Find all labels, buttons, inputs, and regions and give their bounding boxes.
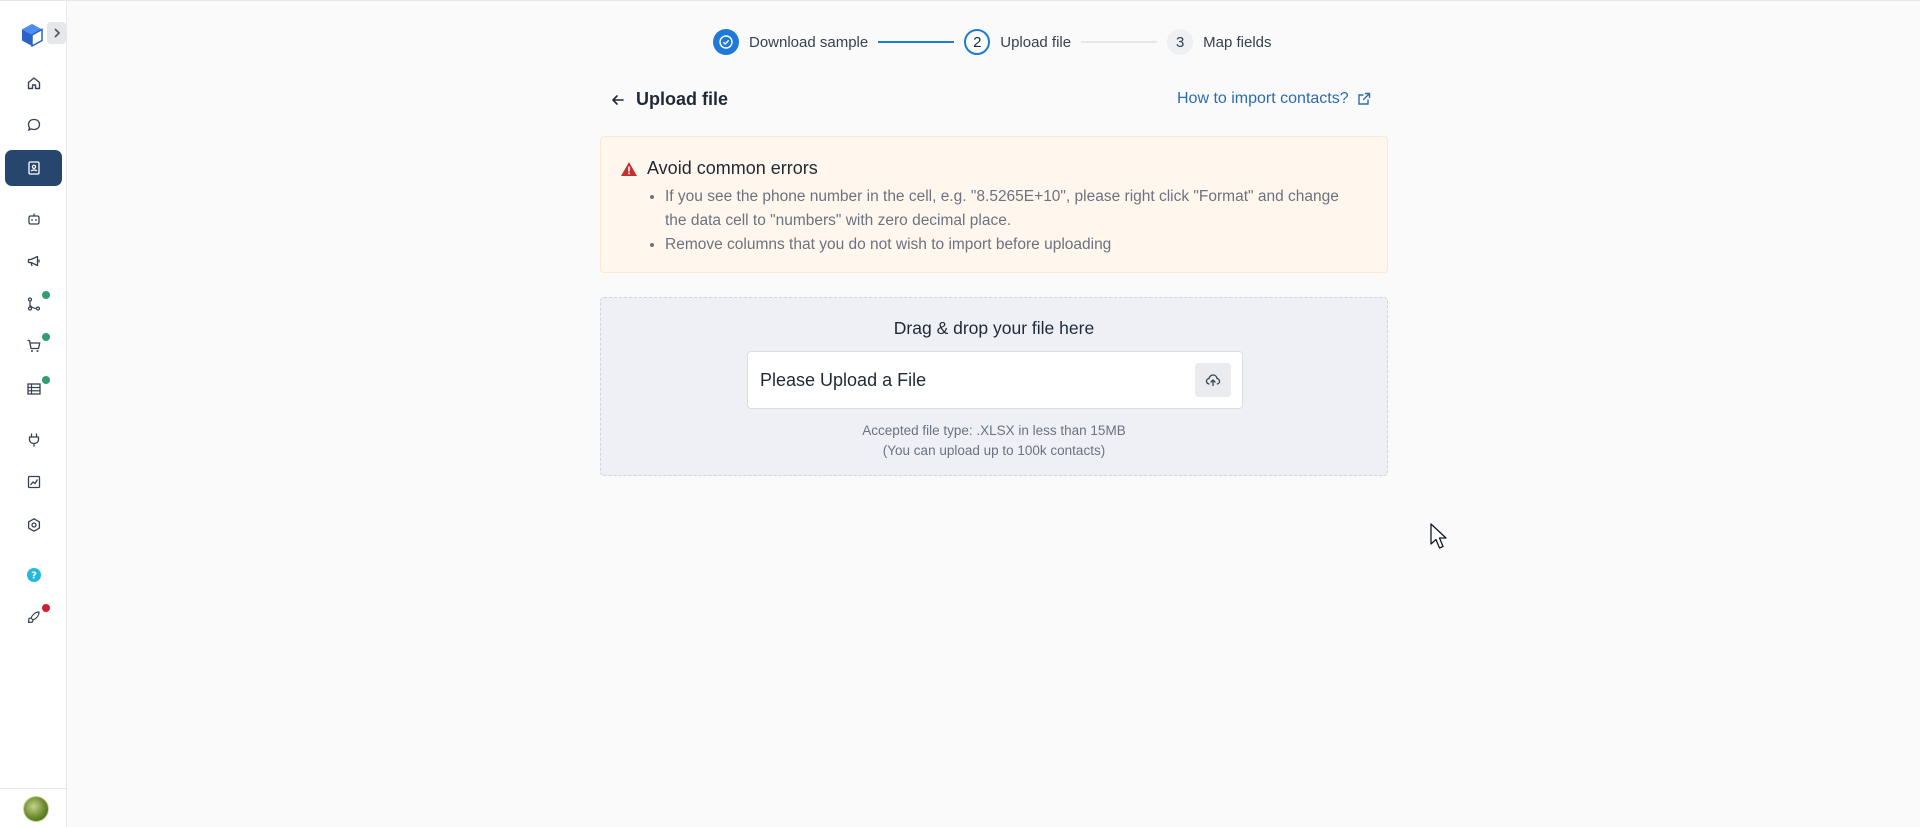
sidebar-divider xyxy=(0,788,67,789)
notification-dot xyxy=(42,333,50,341)
dropzone-title: Drag & drop your file here xyxy=(893,318,1095,338)
top-border xyxy=(0,0,1920,1)
list-item: Remove columns that you do not wish to i… xyxy=(665,233,1341,257)
analytics-icon[interactable] xyxy=(5,464,62,500)
step-number: 2 xyxy=(964,29,991,55)
warning-title: Avoid common errors xyxy=(647,158,818,178)
notification-dot xyxy=(42,604,50,612)
chevron-right-icon[interactable] xyxy=(47,22,66,44)
rocket-icon[interactable] xyxy=(5,599,62,635)
notification-dot xyxy=(42,291,50,299)
step-1-check-icon xyxy=(713,29,739,55)
upload-cloud-icon[interactable] xyxy=(1195,363,1231,397)
stepper: Download sample 2 Upload file 3 Map fiel… xyxy=(713,28,1272,56)
accepted-file-note: Accepted file type: .XLSX in less than 1… xyxy=(862,423,1126,438)
bot-icon[interactable] xyxy=(5,201,62,237)
cart-icon[interactable] xyxy=(5,328,62,364)
help-icon[interactable]: ? xyxy=(5,557,62,593)
upload-field[interactable] xyxy=(747,351,1243,409)
workflow-icon[interactable] xyxy=(5,286,62,322)
back-arrow-icon[interactable] xyxy=(609,91,627,109)
mouse-cursor-icon xyxy=(1430,523,1447,549)
contacts-book-icon[interactable] xyxy=(5,150,62,186)
warning-box: Avoid common errors If you see the phone… xyxy=(600,136,1388,273)
step-label: Upload file xyxy=(1000,33,1072,51)
upload-limit-note: (You can upload up to 100k contacts) xyxy=(882,443,1106,458)
file-dropzone[interactable]: Drag & drop your file here Accepted file… xyxy=(600,297,1388,476)
page-title: Upload file xyxy=(636,89,729,109)
avatar[interactable] xyxy=(23,796,49,822)
external-link-icon xyxy=(1357,92,1370,105)
warning-list: If you see the phone number in the cell,… xyxy=(641,185,1341,257)
step-label: Map fields xyxy=(1203,33,1272,51)
how-to-import-link[interactable]: How to import contacts? xyxy=(1177,90,1371,108)
sidebar: ? xyxy=(0,1,67,827)
warning-triangle-icon xyxy=(621,162,637,176)
step-connector xyxy=(1081,41,1158,43)
step-label: Download sample xyxy=(749,33,869,51)
notification-dot xyxy=(42,376,50,384)
cube-logo-icon[interactable] xyxy=(19,23,45,48)
megaphone-icon[interactable] xyxy=(5,243,62,279)
step-number: 3 xyxy=(1167,29,1194,55)
table-icon[interactable] xyxy=(5,371,62,407)
step-connector xyxy=(878,41,955,43)
help-link-label: How to import contacts? xyxy=(1177,90,1349,107)
settings-icon[interactable] xyxy=(5,507,62,543)
home-icon[interactable] xyxy=(5,65,62,101)
plug-icon[interactable] xyxy=(5,422,62,458)
svg-text:?: ? xyxy=(31,571,37,582)
list-item: If you see the phone number in the cell,… xyxy=(665,185,1341,233)
chat-bubble-icon[interactable] xyxy=(5,107,62,143)
file-input[interactable] xyxy=(749,353,1169,407)
